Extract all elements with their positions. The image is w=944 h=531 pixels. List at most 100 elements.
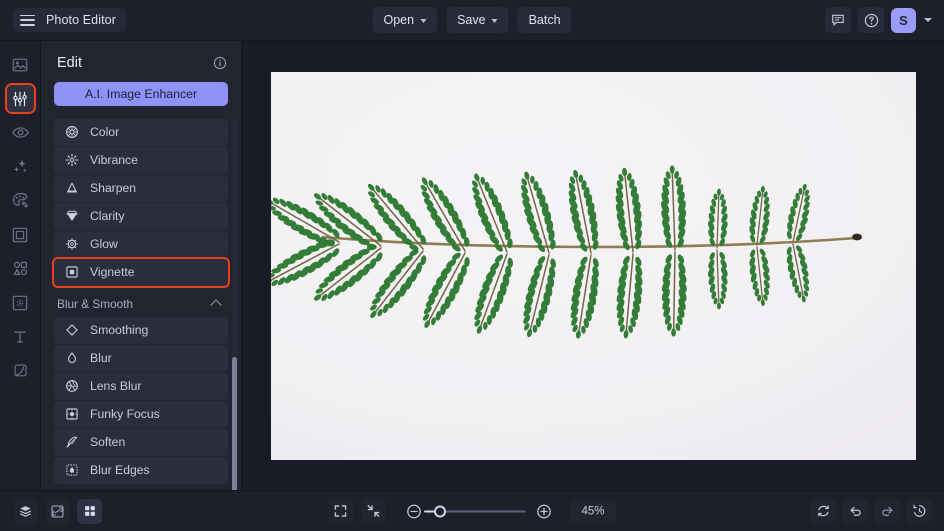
scrollbar-thumb[interactable] (232, 357, 237, 490)
chat-bubble-icon (831, 13, 845, 27)
image-canvas[interactable] (271, 72, 916, 460)
zoom-in-button[interactable] (536, 503, 552, 519)
fit-screen-button[interactable] (328, 499, 353, 524)
redo-button[interactable] (875, 499, 900, 524)
dotted-edge-icon (65, 463, 79, 477)
minus-circle-icon (406, 503, 422, 519)
droplet-icon (65, 351, 79, 365)
zoom-slider[interactable] (432, 510, 526, 512)
batch-label: Batch (529, 13, 561, 27)
tool-row[interactable]: Glow (54, 231, 228, 258)
sidebar-item-effects[interactable] (7, 153, 34, 180)
ai-image-enhancer-button[interactable]: A.I. Image Enhancer (54, 82, 228, 106)
tool-label: Color (90, 125, 119, 139)
tool-label: Clarity (90, 209, 125, 223)
page-title: Edit (57, 55, 82, 71)
shrink-icon (366, 504, 381, 519)
feather-icon (65, 435, 79, 449)
cone-icon (65, 181, 79, 195)
tool-row[interactable]: Soften (54, 429, 228, 456)
tool-row[interactable]: Funky Focus (54, 401, 228, 428)
file-actions: Open Save Batch (372, 7, 571, 33)
tool-row[interactable]: Vibrance (54, 147, 228, 174)
open-button[interactable]: Open (372, 7, 437, 33)
eye-icon (11, 123, 30, 142)
sidebar-item-layers[interactable] (7, 357, 34, 384)
tool-row[interactable]: Smoothing (54, 317, 228, 344)
compare-link-icon (50, 504, 65, 519)
layers-icon (11, 362, 29, 380)
history-controls (811, 499, 932, 524)
stack-layers-icon (18, 504, 33, 519)
history-button[interactable] (907, 499, 932, 524)
layers-toggle-button[interactable] (13, 499, 38, 524)
tool-label: Sharpen (90, 181, 136, 195)
tool-label: Lens Blur (90, 379, 142, 393)
diamond-icon (65, 323, 79, 337)
tool-row[interactable]: Clarity (54, 203, 228, 230)
zoom-level-value[interactable]: 45% (570, 500, 616, 522)
tool-label: Soften (90, 435, 125, 449)
sidebar-item-paint[interactable] (7, 187, 34, 214)
photo-editor-app: Photo Editor Open Save Batch (0, 0, 944, 531)
chevron-down-icon (420, 19, 426, 23)
sidebar-item-image[interactable] (7, 51, 34, 78)
sparkles-icon (11, 157, 30, 176)
sidebar-item-shapes[interactable] (7, 255, 34, 282)
avatar[interactable]: S (891, 8, 916, 33)
aperture-icon (65, 379, 79, 393)
feedback-button[interactable] (825, 7, 851, 33)
question-circle-icon (864, 13, 879, 28)
tool-label: Blur Edges (90, 463, 150, 477)
canvas-area[interactable] (242, 41, 944, 490)
hamburger-icon (20, 15, 35, 26)
tool-label: Vibrance (90, 153, 138, 167)
gem-icon (65, 209, 79, 223)
grid-four-icon (83, 504, 97, 518)
sidebar-item-retouch[interactable] (7, 119, 34, 146)
tool-label: Smoothing (90, 323, 148, 337)
tool-row-vignette[interactable]: Vignette (54, 259, 228, 286)
batch-button[interactable]: Batch (518, 7, 572, 33)
tool-row[interactable]: Sharpen (54, 175, 228, 202)
zoom-slider-handle[interactable] (434, 505, 446, 517)
starburst-icon (65, 153, 79, 167)
shrink-button[interactable] (361, 499, 386, 524)
zoom-out-button[interactable] (406, 503, 422, 519)
compare-button[interactable] (45, 499, 70, 524)
frame-icon (11, 226, 29, 244)
plus-circle-icon (536, 503, 552, 519)
section-header-blur-smooth[interactable]: Blur & Smooth (54, 287, 228, 317)
reset-icon (816, 504, 831, 519)
tool-row[interactable]: Lens Blur (54, 373, 228, 400)
help-button[interactable] (858, 7, 884, 33)
app-menu-button[interactable]: Photo Editor (13, 8, 126, 32)
sidebar-item-textures[interactable] (7, 289, 34, 316)
chevron-down-icon (492, 19, 498, 23)
sidebar-item-frames[interactable] (7, 221, 34, 248)
grid-view-button[interactable] (77, 499, 102, 524)
edit-panel-header: Edit (41, 41, 241, 79)
tool-label: Vignette (90, 265, 135, 279)
view-mode-buttons (13, 499, 102, 524)
color-wheel-icon (65, 125, 79, 139)
vignette-square-icon (65, 265, 79, 279)
save-button[interactable]: Save (446, 7, 509, 33)
focus-target-icon (65, 407, 79, 421)
info-button[interactable] (213, 56, 227, 70)
account-actions: S (825, 7, 932, 33)
tool-row[interactable]: Blur Edges (54, 457, 228, 484)
zoom-slider-fill (424, 510, 434, 512)
workspace: Edit A.I. Image Enhancer (0, 41, 944, 490)
app-title: Photo Editor (46, 13, 116, 27)
sliders-icon (11, 90, 29, 108)
reset-button[interactable] (811, 499, 836, 524)
chevron-down-icon[interactable] (924, 18, 932, 22)
section-title: Blur & Smooth (57, 297, 133, 311)
sidebar-item-edit[interactable] (7, 85, 34, 112)
tool-row[interactable]: Color (54, 119, 228, 146)
undo-button[interactable] (843, 499, 868, 524)
tool-row[interactable]: Blur (54, 345, 228, 372)
zoom-controls: 45% (328, 499, 616, 524)
sidebar-item-text[interactable] (7, 323, 34, 350)
